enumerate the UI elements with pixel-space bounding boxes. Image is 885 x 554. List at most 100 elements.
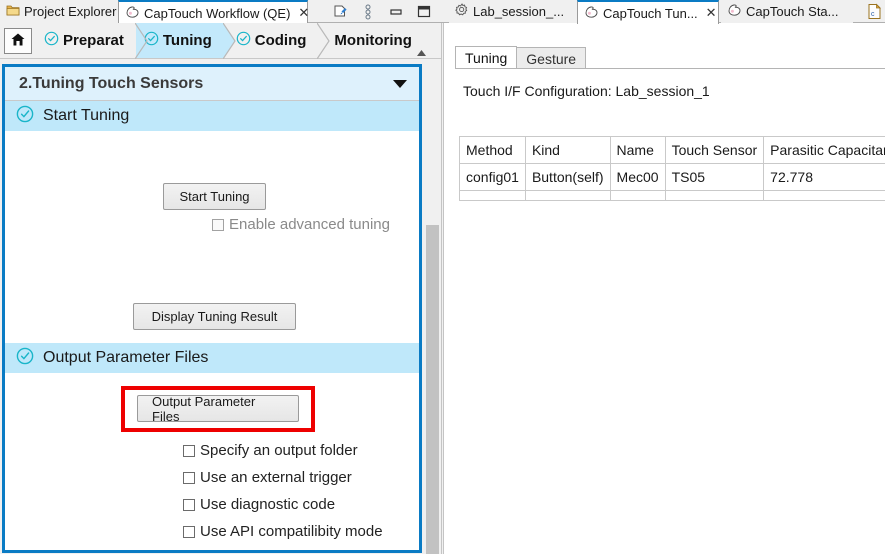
inner-tabs-divider — [455, 68, 885, 69]
cell-parasitic-capacitance[interactable]: 72.778 — [763, 163, 885, 191]
column-header-touch-sensor[interactable]: Touch Sensor — [664, 136, 765, 164]
checkbox-box[interactable] — [183, 471, 195, 484]
cell-empty[interactable] — [763, 190, 885, 201]
pin-editor-icon[interactable] — [331, 3, 349, 21]
group-title: Output Parameter Files — [43, 349, 209, 366]
use-diagnostic-code-checkbox[interactable]: Use diagnostic code — [183, 496, 335, 513]
button-label: Display Tuning Result — [151, 309, 278, 324]
tab-project-explorer[interactable]: Project Explorer — [0, 0, 118, 23]
c-source-file-icon[interactable]: c — [866, 3, 883, 20]
table-row[interactable]: config01 Button(self) Mec00 TS05 72.778 — [459, 163, 885, 191]
step-chevron-icon — [316, 22, 331, 60]
button-label: Output Parameter Files — [152, 393, 256, 424]
cell-empty[interactable] — [459, 190, 526, 201]
specify-output-folder-checkbox[interactable]: Specify an output folder — [183, 442, 358, 459]
tab-label: Lab_session_... — [473, 4, 565, 19]
checkbox-box[interactable] — [183, 444, 195, 457]
use-external-trigger-checkbox[interactable]: Use an external trigger — [183, 469, 352, 486]
cell-empty[interactable] — [609, 190, 666, 201]
enable-advanced-tuning-checkbox[interactable]: Enable advanced tuning — [212, 216, 390, 233]
checkbox-label: Use API compatilibity mode — [200, 523, 383, 540]
section-header-tuning-touch-sensors[interactable]: 2.Tuning Touch Sensors — [5, 67, 419, 101]
left-window-controls — [331, 0, 439, 23]
tab-label: CapTouch Sta... — [746, 4, 839, 19]
check-circle-icon — [16, 347, 34, 370]
gear-icon — [455, 3, 469, 20]
group-header-output-parameter-files[interactable]: Output Parameter Files — [5, 343, 419, 373]
checkbox-box[interactable] — [212, 218, 224, 231]
scrollbar-thumb[interactable] — [426, 225, 439, 554]
right-tab-strip: Lab_session_... CapTouch Tun... ✕ CapTou… — [441, 0, 885, 24]
check-circle-icon — [236, 31, 251, 50]
cell-method[interactable]: config01 — [459, 163, 526, 191]
project-explorer-icon — [6, 3, 20, 20]
use-api-compatibility-mode-checkbox[interactable]: Use API compatilibity mode — [183, 523, 383, 540]
view-menu-icon[interactable] — [359, 3, 377, 21]
minimize-icon[interactable] — [387, 3, 405, 21]
check-circle-icon — [16, 105, 34, 128]
group-header-start-tuning[interactable]: Start Tuning — [5, 101, 419, 131]
tab-lab-session[interactable]: Lab_session_... — [449, 0, 577, 23]
captouch-tuning-icon — [584, 5, 599, 22]
display-tuning-result-button[interactable]: Display Tuning Result — [133, 303, 296, 330]
close-icon[interactable]: ✕ — [706, 5, 717, 21]
checkbox-box[interactable] — [183, 525, 195, 538]
tab-captouch-status[interactable]: CapTouch Sta... — [721, 0, 853, 23]
checkbox-label: Use an external trigger — [200, 469, 352, 486]
cell-name[interactable]: Mec00 — [609, 163, 666, 191]
pane-splitter[interactable] — [441, 0, 444, 554]
captouch-status-icon — [727, 3, 742, 20]
step-preparation[interactable]: Preparat — [36, 22, 148, 60]
button-label: Start Tuning — [179, 189, 250, 204]
step-chevron-icon — [134, 22, 148, 60]
tab-gesture[interactable]: Gesture — [516, 47, 587, 69]
maximize-icon[interactable] — [415, 3, 433, 21]
tab-captouch-tuning[interactable]: CapTouch Tun... ✕ — [577, 0, 719, 24]
checkbox-box[interactable] — [183, 498, 195, 511]
checkbox-label: Enable advanced tuning — [229, 216, 390, 233]
workflow-step-bar: Preparat Tuning Coding Monitoring — [0, 22, 441, 60]
check-circle-icon — [44, 31, 59, 50]
left-tab-strip: Project Explorer CapTouch Workflow (QE) … — [0, 0, 441, 24]
output-parameter-files-body: Output Parameter Files Specify an output… — [5, 373, 419, 550]
left-pane-vertical-scrollbar[interactable] — [424, 60, 441, 554]
cell-touch-sensor[interactable]: TS05 — [664, 163, 765, 191]
close-icon[interactable]: ✕ — [298, 5, 309, 21]
step-coding[interactable]: Coding — [224, 22, 331, 60]
column-header-parasitic-capacitance[interactable]: Parasitic Capacitance[p — [763, 136, 885, 164]
cell-empty[interactable] — [664, 190, 765, 201]
table-header-row: Method Kind Name Touch Sensor Parasitic … — [459, 136, 885, 164]
tab-label: Project Explorer — [24, 4, 117, 19]
step-label: Tuning — [162, 32, 212, 49]
home-button[interactable] — [4, 28, 32, 54]
step-chevron-icon — [222, 22, 236, 60]
inner-tab-label: Gesture — [526, 50, 577, 67]
touch-if-configuration-label: Touch I/F Configuration: Lab_session_1 — [463, 83, 710, 99]
step-monitoring[interactable]: Monitoring — [318, 23, 423, 58]
application-window: Project Explorer CapTouch Workflow (QE) … — [0, 0, 885, 554]
tab-tuning[interactable]: Tuning — [455, 46, 518, 69]
home-icon — [10, 32, 26, 50]
column-header-method[interactable]: Method — [459, 136, 526, 164]
tab-captouch-workflow[interactable]: CapTouch Workflow (QE) ✕ — [118, 0, 309, 24]
cell-empty[interactable] — [524, 190, 611, 201]
table-row-empty[interactable] — [459, 190, 885, 201]
step-tuning[interactable]: Tuning — [135, 22, 236, 60]
cell-kind[interactable]: Button(self) — [524, 163, 611, 191]
step-label: Preparat — [63, 32, 124, 49]
tuning-wizard-panel: 2.Tuning Touch Sensors Start Tuning Star… — [2, 64, 422, 553]
checkbox-label: Specify an output folder — [200, 442, 358, 459]
output-parameter-files-button[interactable]: Output Parameter Files — [137, 393, 299, 424]
group-title: Start Tuning — [43, 107, 130, 124]
step-label: Monitoring — [334, 32, 412, 49]
column-header-name[interactable]: Name — [609, 136, 666, 164]
editor-inner-tabs: Tuning Gesture — [455, 46, 587, 69]
column-header-kind[interactable]: Kind — [524, 136, 611, 164]
scroll-up-arrow-icon[interactable] — [416, 49, 427, 59]
svg-text:c: c — [871, 11, 875, 18]
start-tuning-body: Start Tuning Enable advanced tuning Disp… — [5, 131, 419, 343]
tab-label: CapTouch Tun... — [603, 5, 698, 21]
left-editor-pane: Project Explorer CapTouch Workflow (QE) … — [0, 0, 441, 554]
chevron-down-icon[interactable] — [393, 79, 407, 88]
start-tuning-button[interactable]: Start Tuning — [163, 183, 266, 210]
